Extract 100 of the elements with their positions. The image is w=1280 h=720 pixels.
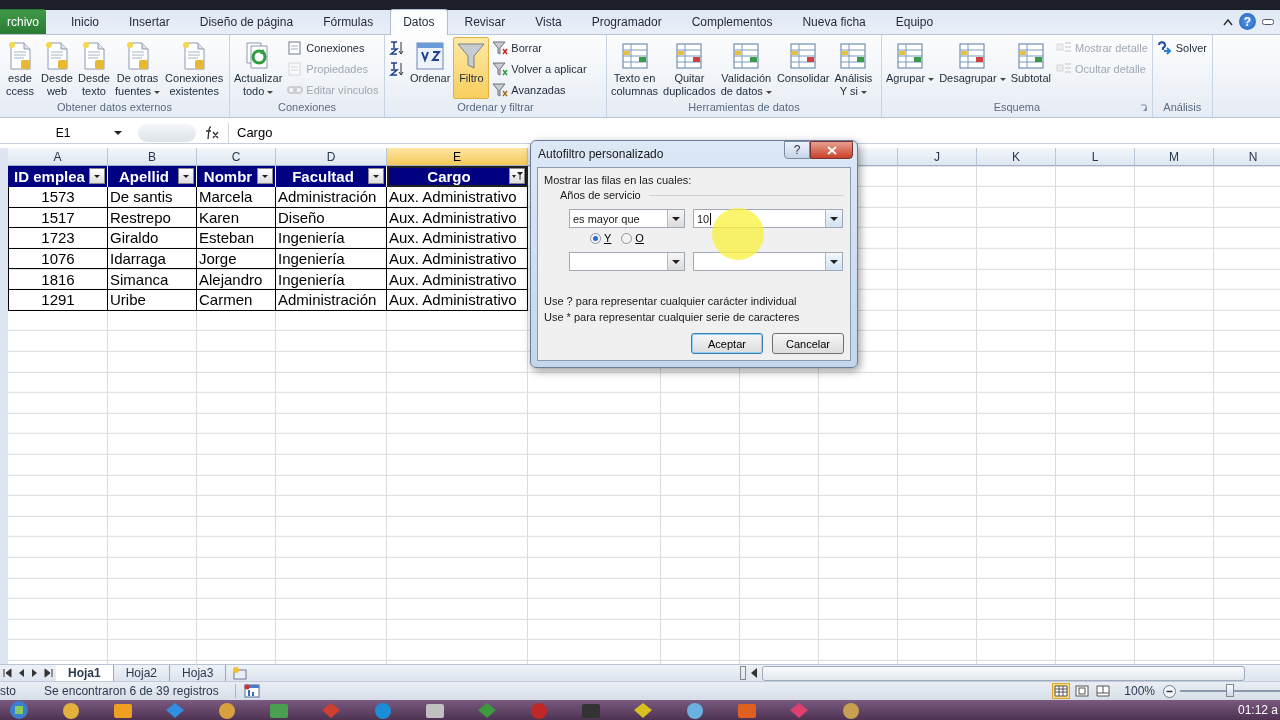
funnel-icon [492, 82, 509, 98]
ribbon-button[interactable]: Agrupar [884, 37, 937, 99]
ribbon-button[interactable]: Borrar [490, 38, 589, 58]
hint-text: Use * para representar cualquier serie de caracteres [544, 311, 801, 323]
table-cell: Diseño [276, 207, 387, 229]
filter-button[interactable] [178, 168, 194, 184]
table-header-cell: ID emplea [8, 166, 108, 187]
dropdown-button[interactable] [825, 253, 842, 270]
ribbon-tab[interactable]: Equipo [882, 9, 947, 34]
view-button[interactable] [1094, 683, 1113, 699]
value-field[interactable] [693, 252, 843, 271]
ribbon-tab[interactable]: Nueva ficha [789, 9, 879, 34]
ribbon-tab[interactable]: Fórmulas [310, 9, 387, 34]
launcher-icon[interactable] [1139, 104, 1148, 112]
column-header[interactable]: M [1135, 148, 1214, 166]
minimize-icon[interactable] [1262, 18, 1274, 25]
ribbon-tab[interactable]: Diseño de página [186, 9, 307, 34]
question-icon [1156, 40, 1173, 56]
help-button[interactable]: ? [784, 141, 810, 159]
dialog-button[interactable]: Cancelar [772, 333, 844, 354]
ribbon-tab[interactable]: rchivo [0, 9, 46, 34]
filter-button[interactable] [509, 168, 525, 184]
status-mode: sto [0, 684, 16, 698]
dropdown-button[interactable] [667, 210, 684, 227]
radio-icon [590, 232, 601, 244]
column-header[interactable]: K [977, 148, 1056, 166]
operator-dropdown[interactable]: es mayor que [569, 209, 685, 228]
scroll-left-icon[interactable] [750, 668, 758, 678]
group-label: Análisis [1163, 101, 1202, 113]
zoom-level: 100% [1124, 684, 1155, 698]
ribbon-button[interactable]: Actualizar todo [232, 37, 285, 99]
column-header[interactable]: C [197, 148, 276, 166]
ribbon-button[interactable]: Análisis Y si [832, 37, 875, 99]
dropdown-button[interactable] [667, 253, 684, 270]
filter-button[interactable] [368, 168, 384, 184]
dropdown-button[interactable] [825, 210, 842, 227]
ribbon-tab[interactable]: Revisar [451, 9, 519, 34]
ribbon-button[interactable]: De otras fuentes [113, 37, 163, 99]
ribbon-button[interactable]: Consolidar [774, 37, 832, 99]
dialog-button[interactable]: Aceptar [691, 333, 763, 354]
funnel-icon [455, 40, 488, 72]
filter-button[interactable] [89, 168, 105, 184]
ribbon-tab[interactable]: Complementos [678, 9, 786, 34]
ribbon-button[interactable]: Desagrupar [937, 37, 1008, 99]
zoom-slider-thumb[interactable] [1226, 684, 1234, 697]
ribbon-tab[interactable]: Datos [390, 9, 448, 35]
column-header[interactable]: D [276, 148, 387, 166]
group-label: Esquema [993, 101, 1041, 113]
caret-icon[interactable] [114, 130, 122, 135]
sheet-tab[interactable]: Hoja1 [56, 665, 114, 681]
ribbon-button[interactable]: Filtro [453, 37, 490, 99]
filter-button[interactable] [257, 168, 273, 184]
ribbon-button[interactable]: Avanzadas [490, 80, 589, 100]
help-button[interactable]: ? [1239, 13, 1256, 30]
ribbon-tab[interactable]: Insertar [116, 9, 183, 34]
view-button[interactable] [1073, 683, 1092, 699]
ribbon-button[interactable]: Subtotal [1008, 37, 1053, 99]
ribbon-button[interactable]: Ordenar [408, 37, 453, 99]
column-header[interactable]: L [1056, 148, 1135, 166]
ribbon-button[interactable]: Conexiones [285, 38, 381, 58]
ribbon-button[interactable]: Desde texto [76, 37, 112, 99]
column-header[interactable]: J [898, 148, 977, 166]
split-handle[interactable] [740, 666, 746, 680]
table-header-cell: Apellid [108, 166, 197, 187]
funnel-icon [492, 61, 509, 77]
clock: 01:12 a [1237, 703, 1279, 717]
group-label: Ordenar y filtrar [457, 101, 534, 113]
sort-icon [414, 40, 447, 72]
view-button[interactable] [1052, 683, 1071, 699]
close-button[interactable] [810, 141, 853, 159]
column-header[interactable]: E [387, 148, 528, 166]
macro-icon[interactable] [243, 684, 260, 698]
sort-icon [389, 40, 405, 56]
column-header[interactable]: N [1214, 148, 1280, 166]
table-cell: Idarraga [108, 248, 197, 270]
ribbon-button[interactable]: Conexiones existentes [163, 37, 226, 99]
table-cell: Marcela [197, 187, 276, 208]
radio-button[interactable]: Y [590, 232, 612, 244]
table-cell: De santis [108, 187, 197, 208]
ribbon-button[interactable]: Validación de datos [718, 37, 774, 99]
ribbon-button[interactable]: Desde web [39, 37, 75, 99]
navigation-icon[interactable] [1, 667, 13, 679]
table-cell: Aux. Administrativo [387, 207, 528, 229]
ribbon-button[interactable]: Quitar duplicados [661, 37, 718, 99]
collapse-icon[interactable] [1223, 17, 1233, 26]
table-cell: Aux. Administrativo [387, 187, 528, 208]
ribbon-tab[interactable]: Vista [522, 9, 575, 34]
ribbon-button[interactable]: esde ccess [2, 37, 38, 99]
column-header[interactable]: B [108, 148, 197, 166]
ribbon-tab[interactable]: Inicio [58, 9, 113, 34]
ribbon-button[interactable]: Solver [1154, 38, 1209, 58]
column-header[interactable]: A [8, 148, 108, 166]
caret-icon [267, 90, 274, 94]
radio-button[interactable]: O [621, 232, 644, 244]
navigation-icon[interactable] [43, 667, 55, 679]
ribbon-button[interactable]: Volver a aplicar [490, 59, 589, 79]
horizontal-scrollbar[interactable] [762, 665, 1245, 681]
zoom-out-icon[interactable] [1163, 684, 1176, 698]
ribbon-button[interactable]: Texto en columnas [609, 37, 661, 99]
ribbon-tab[interactable]: Programador [578, 9, 675, 34]
